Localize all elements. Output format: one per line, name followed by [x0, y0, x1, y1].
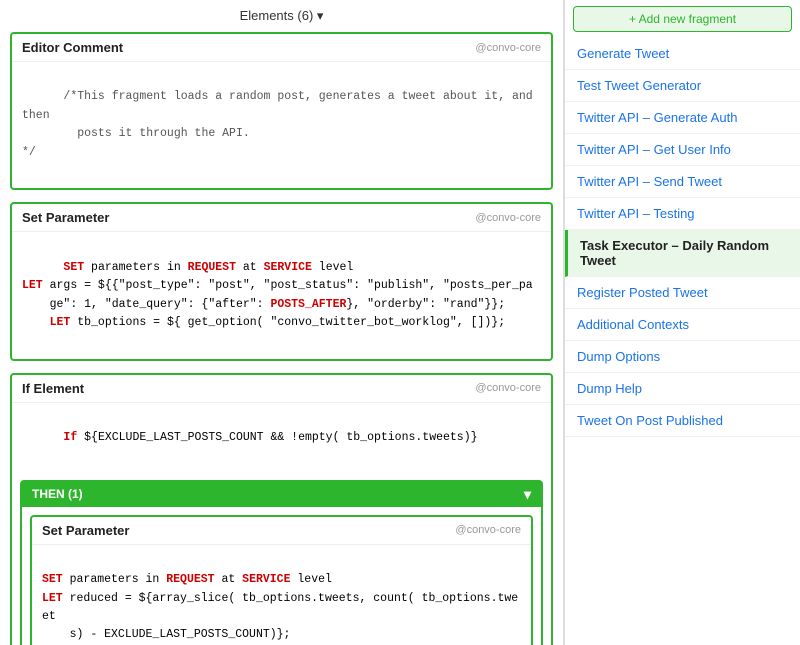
then-set-parameter-block: Set Parameter @convo-core SET parameters… [30, 515, 533, 645]
set-parameter-1-source: @convo-core [475, 212, 541, 224]
if-element-title: If Element [22, 381, 84, 396]
sidebar-item-dump-options[interactable]: Dump Options [565, 341, 800, 373]
set-parameter-1-header: Set Parameter @convo-core [12, 204, 551, 232]
then-inner: Set Parameter @convo-core SET parameters… [22, 507, 541, 645]
editor-comment-text: /*This fragment loads a random post, gen… [22, 90, 540, 158]
then-set-parameter-header: Set Parameter @convo-core [32, 517, 531, 545]
set-text-2: at [236, 261, 264, 274]
set-parameter-1-body: SET parameters in REQUEST at SERVICE lev… [12, 232, 551, 358]
editor-comment-block: Editor Comment @convo-core /*This fragme… [10, 32, 553, 190]
right-panel: + Add new fragment Generate Tweet Test T… [564, 0, 800, 645]
sidebar-item-register-posted-tweet[interactable]: Register Posted Tweet [565, 277, 800, 309]
then-reduced-text: reduced = ${array_slice( tb_options.twee… [42, 592, 518, 642]
sidebar-item-additional-contexts[interactable]: Additional Contexts [565, 309, 800, 341]
elements-count: Elements (6) ▾ [240, 8, 324, 23]
left-panel: Elements (6) ▾ Editor Comment @convo-cor… [0, 0, 564, 645]
if-condition-body: If ${EXCLUDE_LAST_POSTS_COUNT && !empty(… [12, 403, 551, 474]
if-element-block: If Element @convo-core If ${EXCLUDE_LAST… [10, 373, 553, 645]
set-kw: SET [63, 261, 84, 274]
sidebar-item-test-tweet-generator[interactable]: Test Tweet Generator [565, 70, 800, 102]
args-text-2: }, "orderby": "rand"}}; [346, 298, 505, 311]
if-element-header: If Element @convo-core [12, 375, 551, 403]
then-request-kw: REQUEST [166, 573, 214, 586]
then-block: THEN (1) ▾ Set Parameter @convo-core SET… [20, 480, 543, 645]
sidebar-item-twitter-api-send-tweet[interactable]: Twitter API – Send Tweet [565, 166, 800, 198]
then-set-parameter-body: SET parameters in REQUEST at SERVICE lev… [32, 545, 531, 645]
sidebar-item-twitter-api-get-user-info[interactable]: Twitter API – Get User Info [565, 134, 800, 166]
editor-comment-header: Editor Comment @convo-core [12, 34, 551, 62]
then-header[interactable]: THEN (1) ▾ [22, 482, 541, 507]
sidebar-item-twitter-api-testing[interactable]: Twitter API – Testing [565, 198, 800, 230]
tb-text: tb_options = ${ get_option( "convo_twitt… [70, 316, 505, 329]
sidebar-item-twitter-api-generate-auth[interactable]: Twitter API – Generate Auth [565, 102, 800, 134]
editor-comment-title: Editor Comment [22, 40, 123, 55]
set-text-1: parameters in [91, 261, 188, 274]
if-element-source: @convo-core [475, 382, 541, 394]
elements-header[interactable]: Elements (6) ▾ [10, 0, 553, 32]
add-fragment-button[interactable]: + Add new fragment [573, 6, 792, 32]
if-kw: If [63, 431, 77, 444]
then-set-parameter-title: Set Parameter [42, 523, 129, 538]
sidebar-item-generate-tweet[interactable]: Generate Tweet [565, 38, 800, 70]
let-kw-1: LET [22, 279, 43, 292]
then-at-text: at [215, 573, 243, 586]
then-set-kw: SET [42, 573, 63, 586]
then-label: THEN (1) [32, 487, 83, 501]
request-kw: REQUEST [188, 261, 236, 274]
then-level-text: level [290, 573, 331, 586]
editor-comment-body: /*This fragment loads a random post, gen… [12, 62, 551, 188]
then-service-kw: SERVICE [242, 573, 290, 586]
sidebar-item-dump-help[interactable]: Dump Help [565, 373, 800, 405]
set-parameter-1-title: Set Parameter [22, 210, 109, 225]
then-chevron-icon: ▾ [524, 486, 531, 503]
if-condition: ${EXCLUDE_LAST_POSTS_COUNT && !empty( tb… [77, 431, 477, 444]
then-set-text: parameters in [63, 573, 167, 586]
let-kw-2: LET [22, 316, 70, 329]
posts-after-kw: POSTS_AFTER [270, 298, 346, 311]
service-kw: SERVICE [264, 261, 312, 274]
sidebar-item-tweet-on-post-published[interactable]: Tweet On Post Published [565, 405, 800, 437]
sidebar-item-task-executor-daily-random-tweet[interactable]: Task Executor – Daily Random Tweet [565, 230, 800, 277]
then-let-kw-1: LET [42, 592, 63, 605]
editor-comment-source: @convo-core [475, 42, 541, 54]
then-set-parameter-source: @convo-core [455, 524, 521, 536]
set-text-3: level [312, 261, 353, 274]
set-parameter-block-1: Set Parameter @convo-core SET parameters… [10, 202, 553, 360]
